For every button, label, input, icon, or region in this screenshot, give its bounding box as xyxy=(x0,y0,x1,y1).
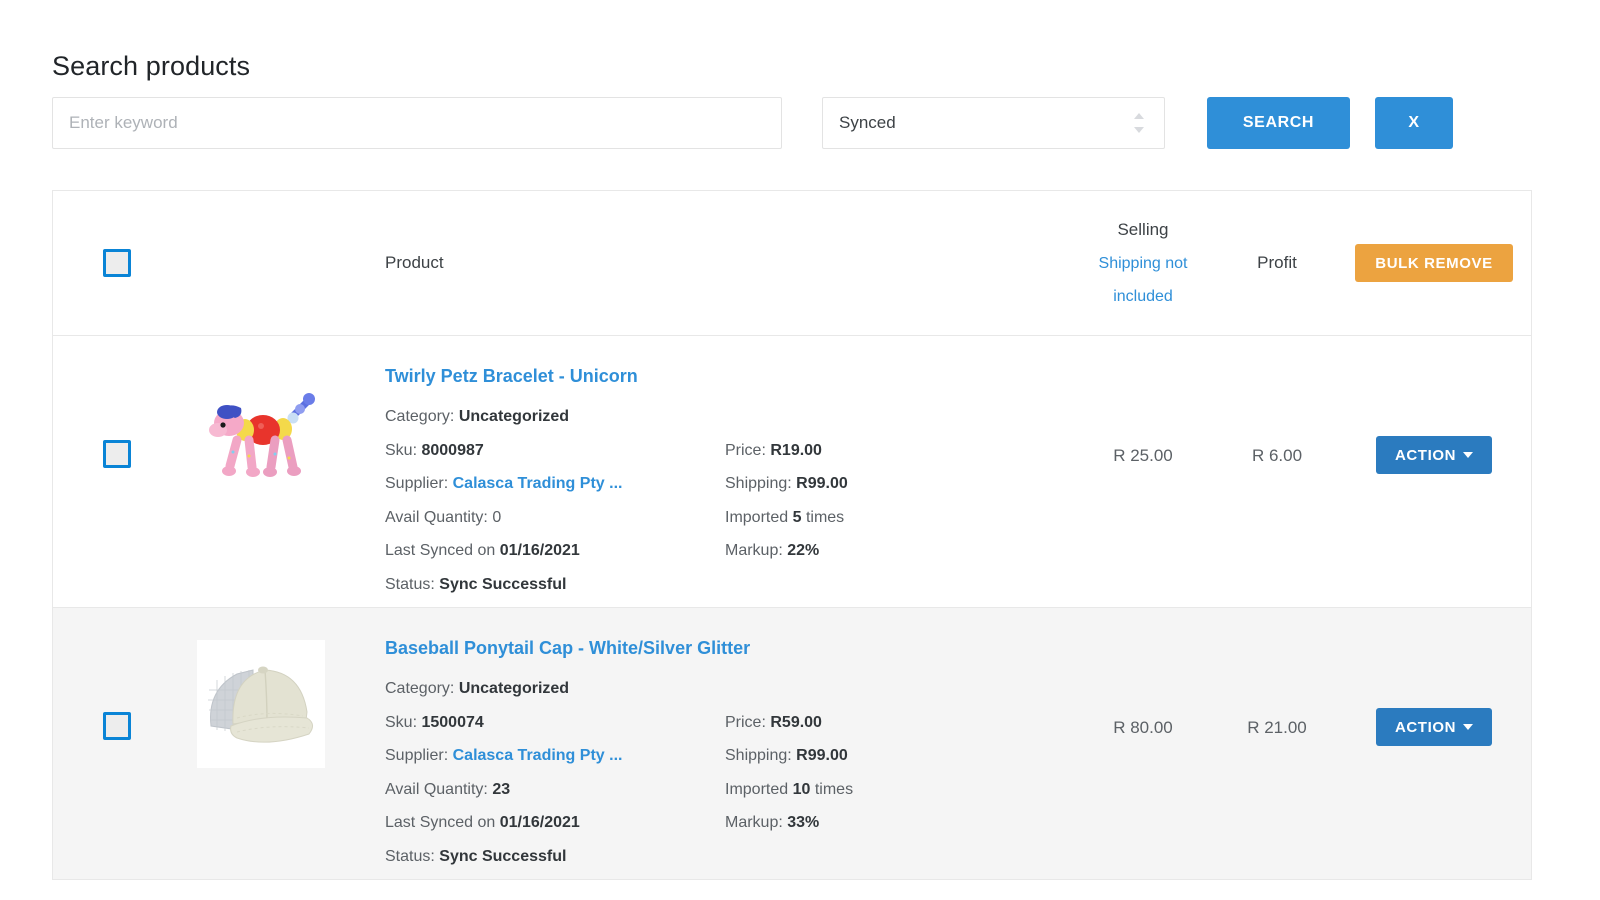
row-info-cell: Twirly Petz Bracelet - Unicorn Category:… xyxy=(371,336,1069,601)
column-header-profit: Profit xyxy=(1257,253,1297,272)
chevron-down-icon xyxy=(1463,724,1474,730)
product-markup: Markup: 33% xyxy=(725,814,820,831)
product-supplier: Supplier: Calasca Trading Pty ... xyxy=(385,475,623,492)
header-product-cell: Product xyxy=(371,253,1069,273)
supplier-link[interactable]: Calasca Trading Pty ... xyxy=(453,475,623,492)
column-header-selling: Selling xyxy=(1117,220,1169,239)
header-profit-cell: Profit xyxy=(1217,253,1337,273)
product-shipping: Shipping: R99.00 xyxy=(725,747,848,764)
bulk-remove-button[interactable]: BULK REMOVE xyxy=(1355,244,1513,282)
header-action-cell: BULK REMOVE xyxy=(1337,244,1531,282)
action-button-label: ACTION xyxy=(1394,446,1457,464)
product-status: Status: Sync Successful xyxy=(385,575,567,593)
products-table: Product Selling Shipping not included Pr… xyxy=(52,190,1532,880)
column-header-product: Product xyxy=(385,253,444,272)
sync-status-select[interactable]: Synced xyxy=(822,97,1165,149)
profit-value: R 21.00 xyxy=(1247,718,1307,737)
product-status: Status: Sync Successful xyxy=(385,847,567,865)
profit-value: R 6.00 xyxy=(1251,446,1303,465)
product-thumbnail xyxy=(197,640,325,768)
row-selling-cell: R 80.00 xyxy=(1069,608,1217,738)
product-category: Category: Uncategorized xyxy=(385,408,570,425)
row-select-cell xyxy=(53,336,181,468)
product-supplier: Supplier: Calasca Trading Pty ... xyxy=(385,747,623,764)
product-last-synced: Last Synced on 01/16/2021 xyxy=(385,542,580,559)
row-select-cell xyxy=(53,608,181,740)
page-title: Search products xyxy=(52,51,251,81)
search-button[interactable]: SEARCH xyxy=(1207,97,1350,149)
product-avail-quantity: Avail Quantity: 23 xyxy=(385,780,511,798)
product-shipping: Shipping: R99.00 xyxy=(725,475,848,492)
search-bar: Synced SEARCH X xyxy=(52,97,1472,149)
row-action-cell: ACTION xyxy=(1337,608,1531,746)
row-selling-cell: R 25.00 xyxy=(1069,336,1217,466)
select-all-cell xyxy=(53,249,181,277)
selling-price: R 80.00 xyxy=(1113,718,1173,737)
product-name-link[interactable]: Baseball Ponytail Cap - White/Silver Gli… xyxy=(385,638,1069,659)
product-name-link[interactable]: Twirly Petz Bracelet - Unicorn xyxy=(385,366,1069,387)
selling-price: R 25.00 xyxy=(1113,446,1173,465)
product-imported-count: Imported 10 times xyxy=(725,780,854,798)
product-imported-count: Imported 5 times xyxy=(725,508,845,526)
product-last-synced: Last Synced on 01/16/2021 xyxy=(385,814,580,831)
table-row: Twirly Petz Bracelet - Unicorn Category:… xyxy=(53,336,1531,608)
spinner-arrows-icon[interactable] xyxy=(1134,111,1146,135)
product-avail-quantity: Avail Quantity: 0 xyxy=(385,508,502,526)
product-price: Price: R19.00 xyxy=(725,441,822,459)
supplier-link[interactable]: Calasca Trading Pty ... xyxy=(453,747,623,764)
row-select-checkbox[interactable] xyxy=(103,440,131,468)
chevron-down-icon xyxy=(1463,452,1474,458)
product-category: Category: Uncategorized xyxy=(385,680,570,697)
row-profit-cell: R 6.00 xyxy=(1217,336,1337,466)
row-profit-cell: R 21.00 xyxy=(1217,608,1337,738)
table-row: Baseball Ponytail Cap - White/Silver Gli… xyxy=(53,608,1531,880)
header-selling-cell: Selling Shipping not included xyxy=(1069,213,1217,313)
shipping-not-included-link[interactable]: Shipping not included xyxy=(1069,247,1217,313)
product-sku: Sku: 8000987 xyxy=(385,441,484,459)
product-price: Price: R59.00 xyxy=(725,713,822,731)
clear-search-button[interactable]: X xyxy=(1375,97,1453,149)
select-all-checkbox[interactable] xyxy=(103,249,131,277)
search-products-page: Search products Synced SEARCH X Product … xyxy=(0,0,1600,900)
product-sku: Sku: 1500074 xyxy=(385,713,484,731)
product-markup: Markup: 22% xyxy=(725,542,820,559)
action-dropdown-button[interactable]: ACTION xyxy=(1376,708,1492,746)
table-header-row: Product Selling Shipping not included Pr… xyxy=(53,191,1531,336)
row-select-checkbox[interactable] xyxy=(103,712,131,740)
row-action-cell: ACTION xyxy=(1337,336,1531,474)
search-keyword-input[interactable] xyxy=(52,97,782,149)
row-info-cell: Baseball Ponytail Cap - White/Silver Gli… xyxy=(371,608,1069,873)
sync-status-selected-value: Synced xyxy=(839,113,896,132)
product-thumbnail xyxy=(197,368,325,496)
row-image-cell xyxy=(181,336,371,496)
action-dropdown-button[interactable]: ACTION xyxy=(1376,436,1492,474)
row-image-cell xyxy=(181,608,371,768)
action-button-label: ACTION xyxy=(1394,718,1457,736)
